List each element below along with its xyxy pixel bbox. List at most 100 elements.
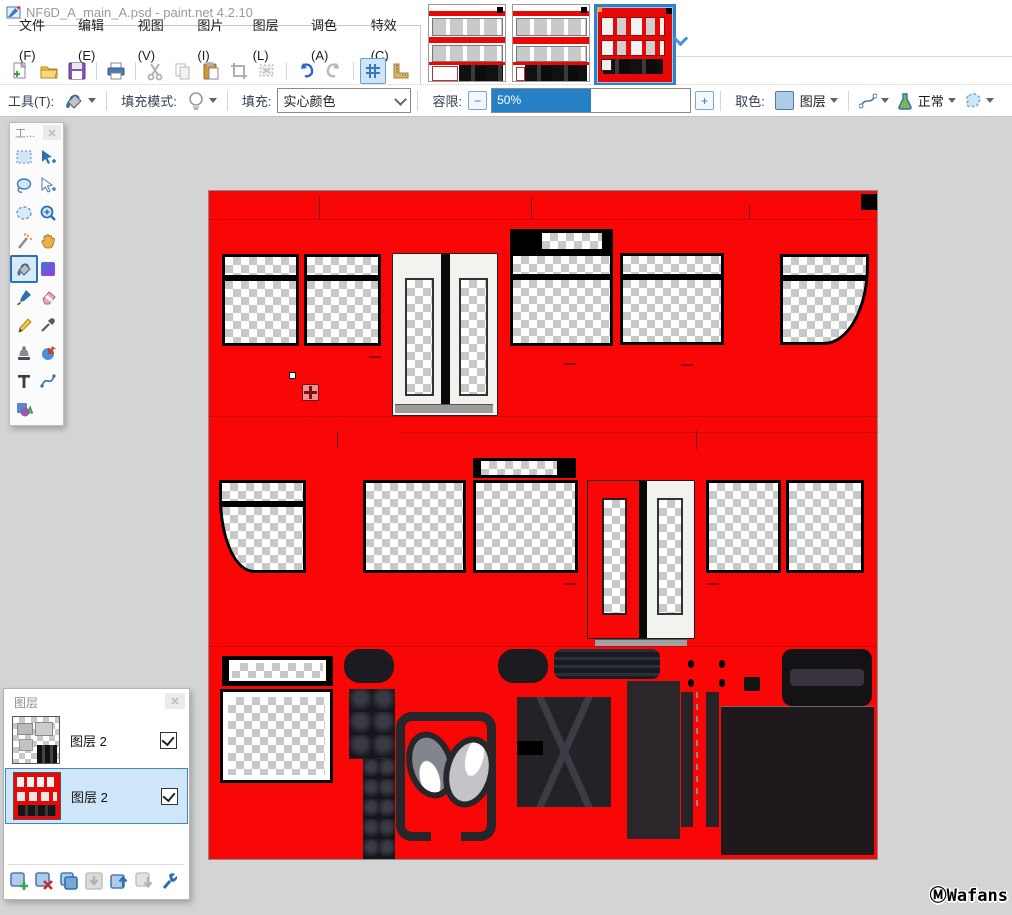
cut-icon[interactable] bbox=[142, 58, 168, 84]
thumb-art bbox=[513, 11, 589, 16]
thumb-art bbox=[525, 65, 587, 81]
layer-visible-checkbox[interactable] bbox=[161, 788, 178, 805]
texture-dest-sign bbox=[473, 458, 576, 478]
texture-roof-panel bbox=[721, 706, 874, 855]
caret-icon bbox=[986, 98, 994, 103]
sampling-label: 取色: bbox=[735, 91, 765, 110]
tolerance-increase-button[interactable]: + bbox=[695, 91, 714, 110]
gradient-icon[interactable] bbox=[34, 255, 62, 283]
selection-blob-icon bbox=[964, 92, 982, 110]
print-icon[interactable] bbox=[103, 58, 129, 84]
tolerance-slider[interactable]: 50% bbox=[491, 88, 691, 113]
caret-icon bbox=[88, 98, 96, 103]
grid-icon[interactable] bbox=[360, 58, 386, 84]
lamp-icon bbox=[187, 91, 205, 111]
watermark: ⓂWafans bbox=[900, 881, 1008, 907]
texture-strip bbox=[706, 692, 719, 827]
redo-icon[interactable] bbox=[321, 58, 347, 84]
color-picker-icon[interactable] bbox=[34, 311, 62, 339]
fill-mode-label: 填充模式: bbox=[121, 91, 177, 110]
zoom-icon[interactable] bbox=[34, 199, 62, 227]
move-layer-down-button[interactable] bbox=[133, 870, 155, 892]
selection-clipping-button[interactable] bbox=[960, 89, 998, 113]
divider bbox=[227, 91, 228, 111]
divider bbox=[353, 62, 354, 80]
thumb-art bbox=[513, 37, 589, 44]
fill-mode-button[interactable] bbox=[183, 88, 221, 114]
move-layer-up-button[interactable] bbox=[108, 870, 130, 892]
menu-bar: 文件(F) 编辑(E) 视图(V) 图片(I) 图层(L) 调色(A) 特效(C… bbox=[8, 25, 420, 56]
eraser-icon[interactable] bbox=[34, 283, 62, 311]
move-cursor-icon bbox=[302, 384, 319, 401]
divider bbox=[135, 62, 136, 80]
chevron-down-icon[interactable] bbox=[674, 33, 686, 45]
save-icon[interactable] bbox=[64, 58, 90, 84]
antialias-button[interactable] bbox=[855, 90, 893, 112]
layer-buttons bbox=[8, 864, 184, 893]
layer-name: 图层 2 bbox=[70, 731, 160, 750]
canvas[interactable] bbox=[208, 190, 878, 860]
texture-bellows bbox=[363, 759, 395, 859]
image-thumbnail-1[interactable] bbox=[428, 4, 506, 82]
ruler-icon[interactable] bbox=[388, 58, 414, 84]
undo-icon[interactable] bbox=[293, 58, 319, 84]
close-icon[interactable] bbox=[43, 125, 61, 140]
move-selection-icon[interactable] bbox=[34, 171, 62, 199]
thumb-art bbox=[666, 8, 672, 14]
fill-style-select[interactable]: 实心颜色 bbox=[277, 88, 411, 113]
shapes-icon[interactable] bbox=[10, 395, 38, 423]
sampling-source-button[interactable]: 图层 bbox=[771, 88, 842, 113]
caret-icon bbox=[881, 98, 889, 103]
texture-seat bbox=[782, 649, 872, 706]
image-thumbnail-3-selected[interactable] bbox=[594, 4, 676, 86]
delete-layer-button[interactable] bbox=[33, 870, 55, 892]
recolor-icon[interactable] bbox=[34, 339, 62, 367]
texture-frame-gap bbox=[431, 827, 461, 841]
thumb-art bbox=[516, 46, 587, 62]
move-selected-pixels-icon[interactable] bbox=[34, 143, 62, 171]
close-icon[interactable] bbox=[165, 693, 185, 709]
merge-layer-down-button[interactable] bbox=[83, 870, 105, 892]
fill-label: 填充: bbox=[242, 91, 272, 110]
texture-mark bbox=[565, 583, 577, 585]
paste-icon[interactable] bbox=[198, 58, 224, 84]
crop-icon[interactable] bbox=[226, 58, 252, 84]
chevron-down-icon bbox=[395, 93, 408, 106]
texture-mark bbox=[369, 356, 381, 358]
blend-mode-button[interactable]: 正常 bbox=[893, 88, 960, 113]
texture-line bbox=[209, 646, 877, 647]
tolerance-decrease-button[interactable]: − bbox=[468, 91, 487, 110]
texture-window bbox=[510, 253, 613, 346]
tool-grid bbox=[12, 143, 61, 423]
add-layer-button[interactable] bbox=[8, 870, 30, 892]
tolerance-label: 容限: bbox=[432, 91, 462, 110]
blend-mode-value: 正常 bbox=[918, 91, 944, 110]
pan-icon[interactable] bbox=[34, 227, 62, 255]
sampling-value: 图层 bbox=[800, 91, 826, 110]
deselect-icon[interactable] bbox=[254, 58, 280, 84]
copy-icon[interactable] bbox=[170, 58, 196, 84]
texture-door bbox=[587, 480, 695, 639]
layers-palette-title: 图层 bbox=[14, 694, 38, 711]
texture-window bbox=[706, 480, 781, 573]
current-tool-button[interactable] bbox=[60, 88, 100, 114]
layer-row-top[interactable]: 图层 2 bbox=[5, 713, 186, 767]
open-folder-icon[interactable] bbox=[36, 58, 62, 84]
layer-row-selected[interactable]: 图层 2 bbox=[5, 768, 188, 824]
texture-wheel-arch bbox=[498, 649, 548, 683]
thumb-art bbox=[601, 17, 665, 36]
line-curve-icon[interactable] bbox=[34, 367, 62, 395]
caret-icon bbox=[209, 98, 217, 103]
layer-properties-button[interactable] bbox=[158, 870, 180, 892]
thumb-art bbox=[432, 45, 503, 62]
texture-window bbox=[304, 254, 381, 346]
image-thumbnail-2[interactable] bbox=[512, 4, 590, 82]
duplicate-layer-button[interactable] bbox=[58, 870, 80, 892]
layer-visible-checkbox[interactable] bbox=[160, 732, 177, 749]
texture-bolt bbox=[719, 679, 725, 687]
texture-panel bbox=[627, 681, 680, 839]
new-file-icon[interactable] bbox=[8, 58, 34, 84]
texture-bolt bbox=[688, 679, 694, 687]
tolerance-value: 50% bbox=[497, 93, 521, 107]
divider bbox=[672, 56, 1012, 57]
